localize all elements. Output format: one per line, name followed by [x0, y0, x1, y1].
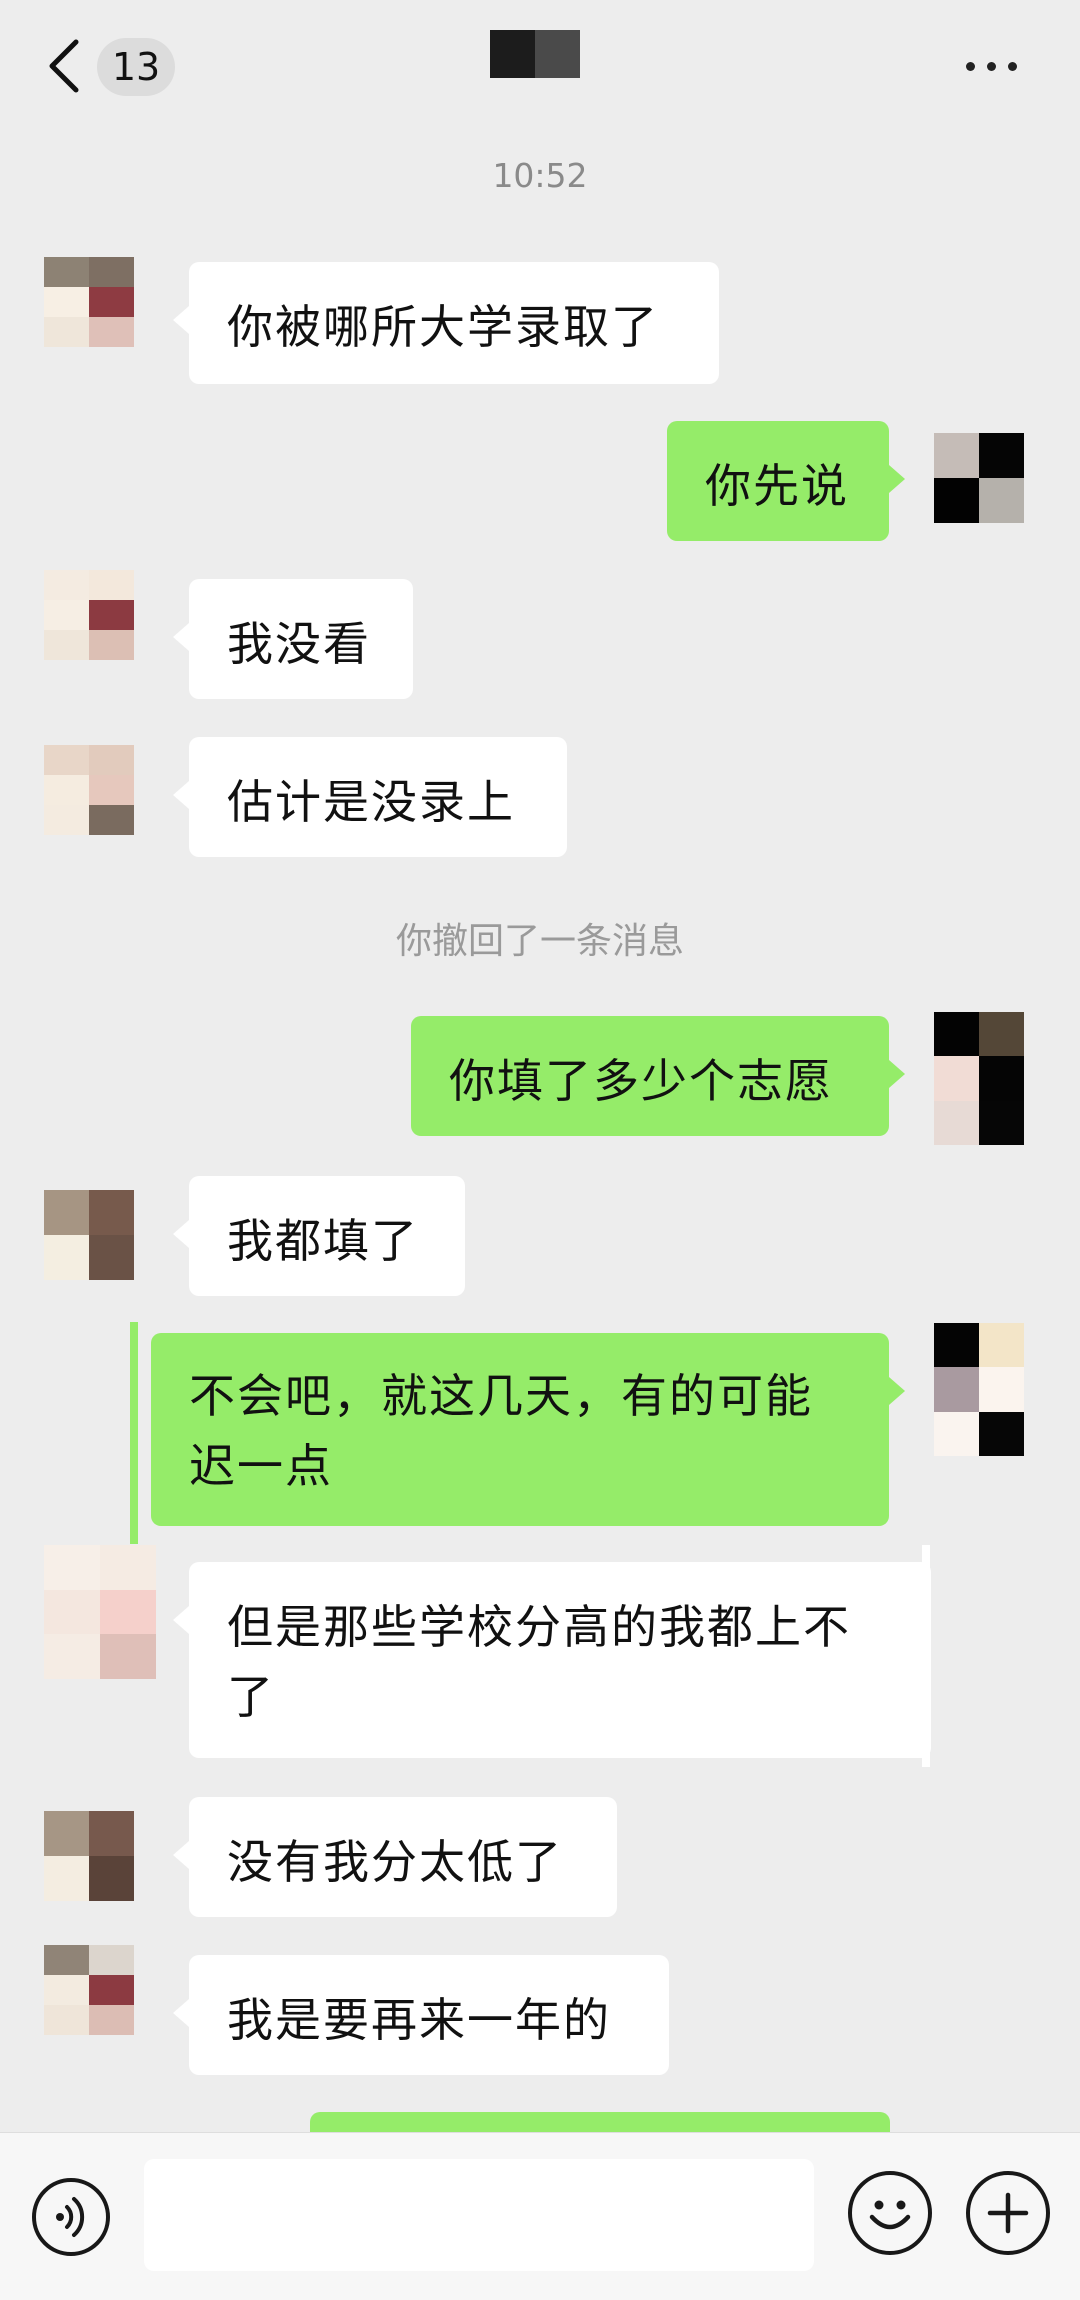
- avatar-pixel: [934, 478, 979, 523]
- incoming-message-bubble[interactable]: 但是那些学校分高的我都上不了: [173, 1562, 931, 1758]
- avatar-pixel: [44, 1811, 89, 1856]
- avatar-pixel: [89, 1856, 134, 1901]
- avatar-pixel: [89, 1975, 134, 2005]
- avatar-pixel: [979, 478, 1024, 523]
- avatar-pixel: [89, 745, 134, 775]
- outgoing-message-bubble[interactable]: 不会吧，就这几天，有的可能迟一点: [151, 1333, 905, 1526]
- incoming-message-bubble[interactable]: 你被哪所大学录取了: [173, 262, 719, 384]
- voice-button[interactable]: [32, 2178, 110, 2256]
- avatar-pixel: [979, 1100, 1024, 1145]
- dot-icon: [1008, 62, 1017, 71]
- avatar-pixel: [44, 1190, 89, 1235]
- voice-icon: [56, 2197, 85, 2237]
- plus-icon: [987, 2192, 1029, 2234]
- chevron-left-icon: [49, 39, 79, 93]
- contact-avatar[interactable]: [44, 745, 134, 835]
- my-avatar[interactable]: [934, 1323, 1024, 1456]
- dot-icon: [987, 62, 996, 71]
- avatar-pixel: [89, 570, 134, 600]
- avatar-pixel: [89, 317, 134, 347]
- more-functions-button[interactable]: [966, 2171, 1050, 2255]
- selection-edge: [130, 1322, 138, 1544]
- avatar-pixel: [44, 1634, 100, 1679]
- more-options-button[interactable]: [962, 52, 1022, 80]
- message-input[interactable]: [144, 2159, 814, 2271]
- avatar-pixel: [979, 1056, 1024, 1101]
- incoming-message-bubble[interactable]: 估计是没录上: [173, 737, 567, 857]
- avatar-pixel: [44, 1545, 100, 1590]
- input-bar: [0, 2132, 1080, 2300]
- avatar-pixel: [44, 600, 89, 630]
- back-button[interactable]: [44, 36, 84, 96]
- avatar-pixel: [89, 257, 134, 287]
- avatar-pixel: [44, 2005, 89, 2035]
- contact-avatar[interactable]: [44, 1945, 134, 2035]
- outgoing-message-bubble[interactable]: 你先说: [667, 421, 905, 541]
- avatar-pixel: [89, 775, 134, 805]
- avatar-pixel: [89, 805, 134, 835]
- avatar-pixel: [44, 570, 89, 600]
- avatar-pixel: [934, 1367, 979, 1412]
- avatar-pixel: [89, 2005, 134, 2035]
- avatar-pixel: [934, 1411, 979, 1456]
- recall-notice: 你撤回了一条消息: [395, 921, 684, 962]
- avatar-pixel: [89, 1945, 134, 1975]
- chat-title-redacted: [490, 30, 580, 78]
- avatar-pixel: [934, 1012, 979, 1057]
- contact-avatar[interactable]: [44, 570, 134, 660]
- message-timestamp: 10:52: [492, 156, 588, 195]
- avatar-pixel: [979, 1367, 1024, 1412]
- avatar-pixel: [979, 1411, 1024, 1456]
- avatar-pixel: [100, 1589, 156, 1635]
- incoming-message-bubble[interactable]: 我都填了: [173, 1176, 465, 1296]
- avatar-pixel: [89, 1811, 134, 1856]
- contact-avatar[interactable]: [44, 1190, 134, 1280]
- avatar-pixel: [979, 433, 1024, 478]
- outgoing-message-bubble[interactable]: 你填了多少个志愿: [411, 1016, 905, 1136]
- emoji-button[interactable]: [848, 2171, 932, 2255]
- contact-avatar[interactable]: [44, 257, 134, 347]
- avatar-pixel: [100, 1634, 156, 1679]
- redacted-title-block: [535, 30, 580, 78]
- avatar-pixel: [100, 1545, 156, 1590]
- avatar-pixel: [89, 1190, 134, 1235]
- avatar-pixel: [934, 1323, 979, 1368]
- avatar-pixel: [44, 1856, 89, 1901]
- avatar-pixel: [44, 287, 89, 317]
- avatar-pixel: [44, 1589, 100, 1635]
- redacted-title-block: [490, 30, 535, 78]
- chat-header: 13: [0, 0, 1080, 135]
- avatar-pixel: [44, 630, 89, 660]
- contact-avatar[interactable]: [44, 1811, 134, 1901]
- incoming-message-bubble[interactable]: 我没看: [173, 579, 413, 699]
- avatar-pixel: [44, 1975, 89, 2005]
- avatar-pixel: [89, 600, 134, 630]
- incoming-message-bubble[interactable]: 没有我分太低了: [173, 1797, 617, 1917]
- incoming-message-bubble[interactable]: 我是要再来一年的: [173, 1955, 669, 2075]
- smiley-icon: [869, 2200, 911, 2230]
- avatar-pixel: [44, 1235, 89, 1280]
- dot-icon: [966, 62, 975, 71]
- avatar-pixel: [44, 257, 89, 287]
- avatar-pixel: [979, 1323, 1024, 1368]
- avatar-pixel: [44, 775, 89, 805]
- avatar-pixel: [89, 630, 134, 660]
- contact-avatar[interactable]: [44, 1545, 156, 1679]
- avatar-pixel: [934, 433, 979, 478]
- chat-screen: 13 10:52 你被哪所大学录取了 你先说 我没看 估计是没录上 你撤回了一条…: [0, 0, 1080, 2300]
- avatar-pixel: [44, 317, 89, 347]
- avatar-pixel: [89, 287, 134, 317]
- unread-count-badge[interactable]: 13: [97, 38, 175, 96]
- avatar-pixel: [44, 1945, 89, 1975]
- my-avatar[interactable]: [934, 433, 1024, 523]
- avatar-pixel: [934, 1056, 979, 1101]
- avatar-pixel: [44, 745, 89, 775]
- my-avatar[interactable]: [934, 1012, 1024, 1145]
- avatar-pixel: [44, 805, 89, 835]
- avatar-pixel: [934, 1100, 979, 1145]
- avatar-pixel: [89, 1235, 134, 1280]
- avatar-pixel: [979, 1012, 1024, 1057]
